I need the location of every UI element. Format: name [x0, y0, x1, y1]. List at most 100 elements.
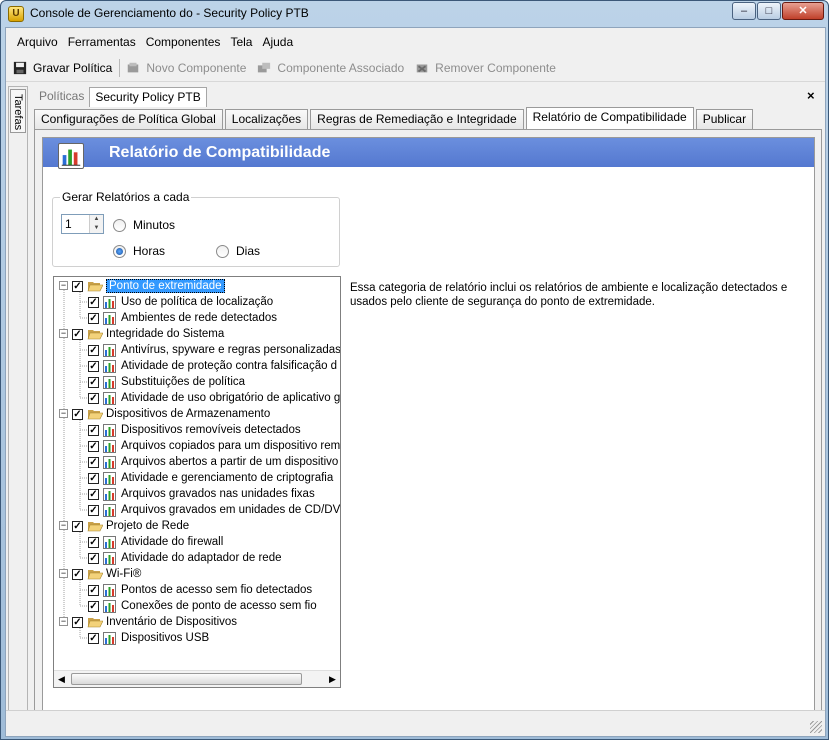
scroll-left-arrow-icon[interactable]: ◀: [54, 671, 69, 687]
resize-grip-icon[interactable]: [810, 721, 822, 733]
radio-hours[interactable]: Horas: [113, 244, 165, 258]
tree-expander-icon[interactable]: −: [59, 281, 68, 290]
interval-value: 1: [65, 217, 72, 231]
radio-minutes[interactable]: Minutos: [113, 218, 175, 232]
tree-category-label: Dispositivos de Armazenamento: [106, 408, 271, 420]
report-checkbox[interactable]: ✓: [88, 504, 99, 516]
report-checkbox[interactable]: ✓: [88, 584, 99, 596]
tree-category-node[interactable]: ✓ Dispositivos de Armazenamento: [72, 406, 270, 422]
menu-ferramentas[interactable]: Ferramentas: [63, 35, 141, 49]
report-category-tree[interactable]: − ✓ Ponto de extremidade ✓ Uso de política d…: [53, 276, 341, 688]
tree-category-node[interactable]: ✓ Ponto de extremidade: [72, 278, 225, 294]
associated-component-button[interactable]: Componente Associado: [256, 61, 404, 75]
report-checkbox[interactable]: ✓: [88, 392, 99, 404]
scroll-right-arrow-icon[interactable]: ▶: [325, 671, 340, 687]
tree-report-node[interactable]: ✓ Dispositivos USB: [88, 630, 209, 646]
app-logo-icon: U: [8, 6, 24, 22]
toolbar: Gravar Política Novo Componente Componen…: [6, 55, 825, 82]
menu-arquivo[interactable]: Arquivo: [12, 35, 63, 49]
tree-report-node[interactable]: ✓ Ambientes de rede detectados: [88, 310, 277, 326]
report-checkbox[interactable]: ✓: [88, 632, 99, 644]
report-checkbox[interactable]: ✓: [88, 600, 99, 612]
tab-remediation-rules[interactable]: Regras de Remediação e Integridade: [310, 109, 524, 129]
radio-minutes-circle: [113, 218, 126, 232]
tree-report-node[interactable]: ✓ Dispositivos removíveis detectados: [88, 422, 301, 438]
save-policy-button[interactable]: Gravar Política: [12, 61, 112, 75]
spin-down-icon[interactable]: ▼: [90, 224, 103, 233]
tree-report-node[interactable]: ✓ Uso de política de localização: [88, 294, 273, 310]
tree-report-node[interactable]: ✓ Antivírus, spyware e regras personaliza…: [88, 342, 340, 358]
spin-up-icon[interactable]: ▲: [90, 215, 103, 224]
category-checkbox[interactable]: ✓: [72, 280, 83, 292]
tree-expander-icon[interactable]: −: [59, 569, 68, 578]
tree-category-node[interactable]: ✓ Integridade do Sistema: [72, 326, 224, 342]
category-checkbox[interactable]: ✓: [72, 520, 83, 532]
new-component-button[interactable]: Novo Componente: [125, 61, 246, 75]
tree-expander-icon[interactable]: −: [59, 409, 68, 418]
report-checkbox[interactable]: ✓: [88, 536, 99, 548]
report-checkbox[interactable]: ✓: [88, 296, 99, 308]
report-checkbox[interactable]: ✓: [88, 376, 99, 388]
tree-expander-icon[interactable]: −: [59, 521, 68, 530]
tree-category-node[interactable]: ✓ Projeto de Rede: [72, 518, 189, 534]
tree-report-node[interactable]: ✓ Pontos de acesso sem fio detectados: [88, 582, 312, 598]
tab-locations[interactable]: Localizações: [224, 109, 309, 129]
scroll-thumb[interactable]: [71, 673, 302, 685]
tree-horizontal-scrollbar[interactable]: ◀ ▶: [54, 670, 340, 687]
report-checkbox[interactable]: ✓: [88, 344, 99, 356]
tree-report-node[interactable]: ✓ Arquivos abertos a partir de um disposi…: [88, 454, 338, 470]
category-checkbox[interactable]: ✓: [72, 408, 83, 420]
toolbar-separator: [119, 59, 121, 77]
tree-report-node[interactable]: ✓ Arquivos gravados em unidades de CD/DV: [88, 502, 340, 518]
tree-category-node[interactable]: ✓ Inventário de Dispositivos: [72, 614, 237, 630]
report-chart-icon: [103, 391, 116, 405]
interval-spinner[interactable]: 1 ▲ ▼: [61, 214, 104, 234]
report-checkbox[interactable]: ✓: [88, 312, 99, 324]
tasks-side-tab[interactable]: Tarefas: [10, 89, 26, 133]
minimize-button[interactable]: –: [732, 2, 756, 20]
tree-report-node[interactable]: ✓ Atividade e gerenciamento de criptograf…: [88, 470, 333, 486]
menu-ajuda[interactable]: Ajuda: [257, 35, 298, 49]
report-checkbox[interactable]: ✓: [88, 456, 99, 468]
category-checkbox[interactable]: ✓: [72, 568, 83, 580]
radio-selected-dot: [116, 247, 123, 255]
tree-expander-icon[interactable]: −: [59, 329, 68, 338]
open-folder-icon: [87, 570, 103, 580]
tree-report-node[interactable]: ✓ Atividade do firewall: [88, 534, 223, 550]
tree-report-node[interactable]: ✓ Atividade de proteção contra falsificaç…: [88, 358, 337, 374]
tree-report-node[interactable]: ✓ Conexões de ponto de acesso sem fio: [88, 598, 317, 614]
open-folder-icon: [87, 522, 103, 532]
menu-componentes[interactable]: Componentes: [141, 35, 226, 49]
tree-report-node[interactable]: ✓ Arquivos gravados nas unidades fixas: [88, 486, 315, 502]
report-checkbox[interactable]: ✓: [88, 424, 99, 436]
tree-report-node[interactable]: ✓ Substituições de política: [88, 374, 245, 390]
remove-component-button[interactable]: Remover Componente: [414, 61, 556, 75]
maximize-button[interactable]: □: [757, 2, 781, 20]
menu-tela[interactable]: Tela: [225, 35, 257, 49]
tab-compatibility-report[interactable]: Relatório de Compatibilidade: [525, 107, 694, 130]
report-checkbox[interactable]: ✓: [88, 360, 99, 372]
tree-expander-icon[interactable]: −: [59, 617, 68, 626]
report-checkbox[interactable]: ✓: [88, 440, 99, 452]
report-checkbox[interactable]: ✓: [88, 488, 99, 500]
tree-report-label: Atividade de proteção contra falsificaçã…: [121, 360, 338, 372]
category-checkbox[interactable]: ✓: [72, 328, 83, 340]
tree-report-node[interactable]: ✓ Arquivos copiados para um dispositivo r…: [88, 438, 340, 454]
tree-report-node[interactable]: ✓ Atividade do adaptador de rede: [88, 550, 281, 566]
radio-days[interactable]: Dias: [216, 244, 260, 258]
tree-category-node[interactable]: ✓ Wi-Fi®: [72, 566, 141, 582]
tab-security-policy[interactable]: Security Policy PTB: [89, 87, 207, 107]
tree-report-node[interactable]: ✓ Atividade de uso obrigatório de aplicat…: [88, 390, 340, 406]
panel-close-icon[interactable]: ×: [807, 88, 815, 103]
radio-days-circle: [216, 244, 229, 258]
close-button[interactable]: ✕: [782, 2, 824, 20]
report-checkbox[interactable]: ✓: [88, 552, 99, 564]
tab-global-policy-settings[interactable]: Configurações de Política Global: [34, 109, 223, 129]
policy-tabs: Configurações de Política Global Localiz…: [34, 107, 755, 130]
report-checkbox[interactable]: ✓: [88, 472, 99, 484]
category-checkbox[interactable]: ✓: [72, 616, 83, 628]
title-bar[interactable]: U Console de Gerenciamento do - Security…: [1, 1, 828, 27]
tab-politicas[interactable]: Políticas: [34, 87, 89, 107]
tab-publish[interactable]: Publicar: [695, 109, 754, 129]
report-chart-icon: [103, 295, 116, 309]
